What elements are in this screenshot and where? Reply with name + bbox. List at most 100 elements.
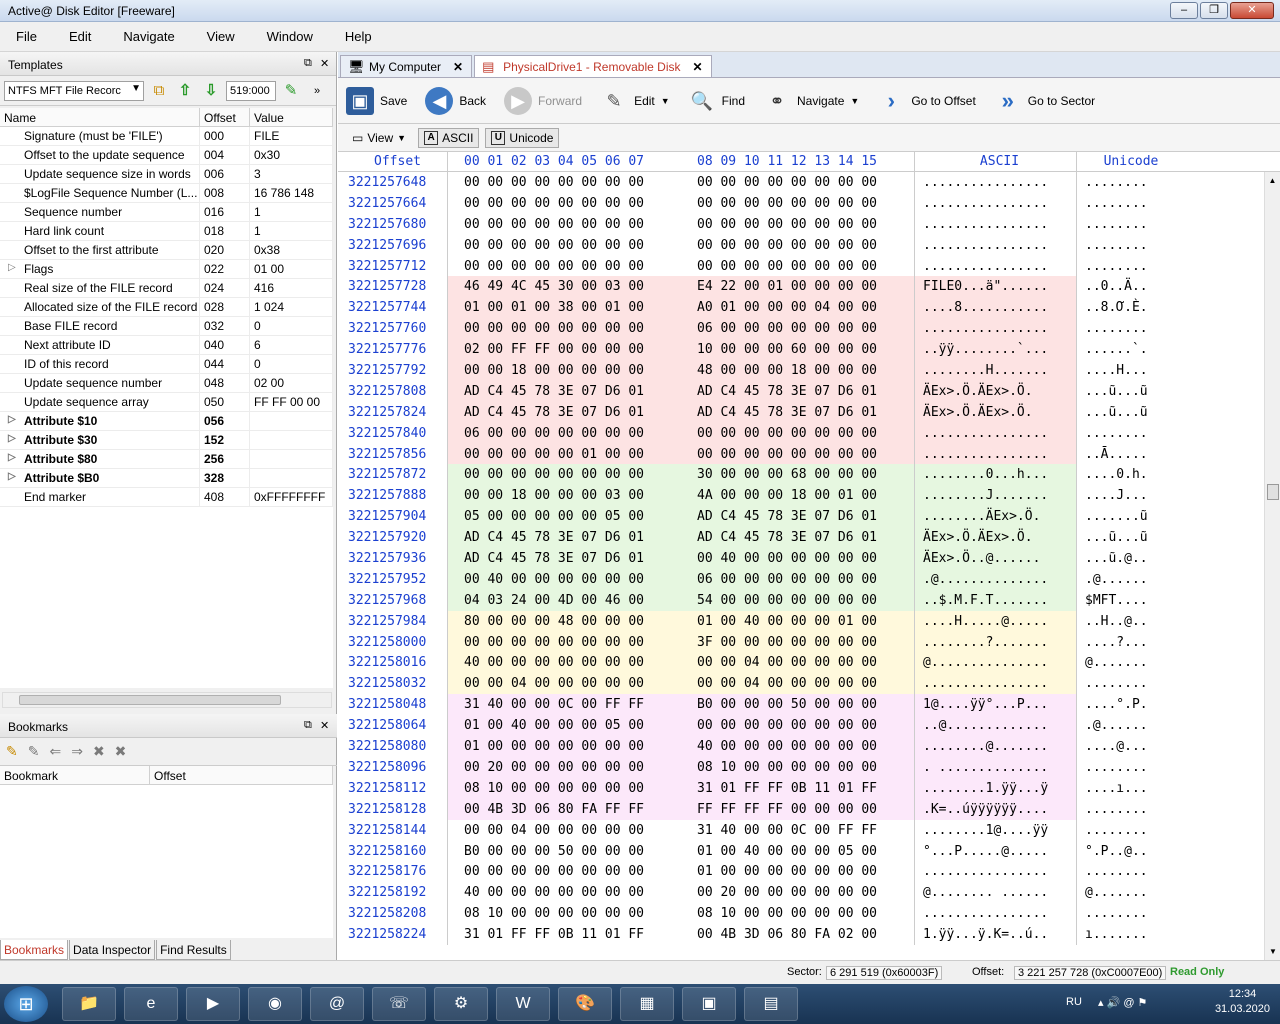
hex-row-unicode[interactable]: ..0..Ä.. (1077, 276, 1177, 297)
hex-row-ascii[interactable]: ÄEx>.Ö.ÄEx>.Ö. (915, 401, 1077, 423)
hex-row-bytes-2[interactable]: AD C4 45 78 3E 07 D6 01 (683, 401, 915, 423)
hex-row[interactable]: 3221257968 04 03 24 00 4D 00 46 00 54 00 0… (338, 589, 1264, 611)
arrow-down-icon[interactable]: ⇩ (200, 80, 222, 102)
hex-row-unicode[interactable]: ........ (1077, 318, 1177, 339)
hex-row[interactable]: 3221257984 80 00 00 00 48 00 00 00 01 00 4… (338, 610, 1264, 632)
hex-row-bytes-1[interactable]: 00 00 18 00 00 00 00 00 (448, 360, 683, 381)
hex-row-unicode[interactable]: ..H..@.. (1077, 611, 1177, 632)
hex-row-bytes-1[interactable]: 00 00 00 00 00 00 00 00 (448, 256, 683, 277)
app-icon[interactable]: ▤ (744, 987, 798, 1021)
calculator-icon[interactable]: ▦ (620, 987, 674, 1021)
hex-row-unicode[interactable]: ........ (1077, 861, 1177, 882)
chevron-down-icon[interactable]: ▼ (850, 96, 859, 106)
hex-row-bytes-1[interactable]: 00 00 18 00 00 00 03 00 (448, 485, 683, 507)
close-icon[interactable]: ✕ (320, 719, 329, 732)
hex-row-bytes-2[interactable]: 00 00 00 00 00 00 00 00 (683, 234, 915, 256)
hex-row-bytes-2[interactable]: 10 00 00 00 60 00 00 00 (683, 339, 915, 361)
scroll-thumb[interactable] (19, 695, 281, 705)
hex-row-bytes-1[interactable]: 80 00 00 00 48 00 00 00 (448, 610, 683, 632)
template-offset-input[interactable]: 519:000 (226, 80, 276, 101)
ascii-toggle[interactable]: A ASCII (418, 127, 480, 148)
hex-row-bytes-2[interactable]: 06 00 00 00 00 00 00 00 (683, 318, 915, 340)
hex-row-unicode[interactable]: $MFT.... (1077, 590, 1177, 611)
hex-row-bytes-1[interactable]: 02 00 FF FF 00 00 00 00 (448, 339, 683, 361)
copy-icon[interactable]: ⧉ (148, 80, 170, 102)
edit-button[interactable]: ✎ Edit ▼ (600, 87, 670, 115)
hex-row-bytes-1[interactable]: B0 00 00 00 50 00 00 00 (448, 841, 683, 862)
chevron-right-icon[interactable]: ▷ (8, 452, 16, 463)
hex-row[interactable]: 3221257680 00 00 00 00 00 00 00 00 00 00 0… (338, 213, 1264, 235)
hex-row-ascii[interactable]: ÄEx>.Ö.ÄEx>.Ö. (915, 380, 1077, 402)
hex-row-bytes-1[interactable]: 00 00 00 00 00 00 00 00 (448, 631, 683, 653)
template-row[interactable]: Hard link count 018 1 (0, 222, 333, 241)
hex-row-bytes-2[interactable]: 00 4B 3D 06 80 FA 02 00 (683, 924, 915, 945)
hex-row-unicode[interactable]: .@...... (1077, 569, 1177, 590)
hex-row[interactable]: 3221258000 00 00 00 00 00 00 00 00 3F 00 0… (338, 631, 1264, 653)
hex-row-bytes-2[interactable]: 01 00 00 00 00 00 00 00 (683, 861, 915, 883)
hex-row-unicode[interactable]: ........ (1077, 214, 1177, 235)
hex-row[interactable]: 3221257744 01 00 01 00 38 00 01 00 A0 01 0… (338, 297, 1264, 319)
template-row[interactable]: Base FILE record 032 0 (0, 317, 333, 336)
template-row[interactable]: Sequence number 016 1 (0, 203, 333, 222)
hex-row-bytes-1[interactable]: 46 49 4C 45 30 00 03 00 (448, 276, 683, 298)
hex-row-unicode[interactable]: ........ (1077, 193, 1177, 214)
hex-row-ascii[interactable]: .K=..úÿÿÿÿÿÿ.... (915, 798, 1077, 820)
hex-row-ascii[interactable]: ........ÄEx>.Ö. (915, 506, 1077, 528)
pin-icon[interactable]: ⧉ (304, 57, 312, 70)
hex-row[interactable]: 3221257696 00 00 00 00 00 00 00 00 00 00 0… (338, 234, 1264, 256)
hex-row-unicode[interactable]: ....ı... (1077, 778, 1177, 799)
hex-row-unicode[interactable]: ....@... (1077, 736, 1177, 757)
hex-row-bytes-2[interactable]: 06 00 00 00 00 00 00 00 (683, 568, 915, 590)
column-offset[interactable]: Offset (200, 108, 250, 126)
tab-data-inspector[interactable]: Data Inspector (69, 940, 156, 960)
hex-row[interactable]: 3221257792 00 00 18 00 00 00 00 00 48 00 0… (338, 360, 1264, 381)
hex-row-bytes-2[interactable]: A0 01 00 00 00 04 00 00 (683, 297, 915, 319)
hex-row-ascii[interactable]: ................ (915, 213, 1077, 235)
hex-row[interactable]: 3221257952 00 40 00 00 00 00 00 00 06 00 0… (338, 568, 1264, 590)
hex-row[interactable]: 3221257872 00 00 00 00 00 00 00 00 30 00 0… (338, 464, 1264, 486)
add-bookmark-icon[interactable]: ✎ (6, 743, 18, 760)
hex-row-bytes-2[interactable]: 00 00 04 00 00 00 00 00 (683, 652, 915, 674)
template-row[interactable]: ▷ Attribute $80 256 (0, 450, 333, 469)
hex-row[interactable]: 3221258224 31 01 FF FF 0B 11 01 FF 00 4B 3… (338, 924, 1264, 945)
hex-row-bytes-2[interactable]: 00 00 00 00 00 00 00 00 (683, 715, 915, 737)
hex-row-bytes-1[interactable]: 00 00 04 00 00 00 00 00 (448, 673, 683, 695)
hex-row-bytes-2[interactable]: E4 22 00 01 00 00 00 00 (683, 276, 915, 298)
hex-row-bytes-2[interactable]: FF FF FF FF 00 00 00 00 (683, 798, 915, 820)
hex-row-bytes-2[interactable]: 00 20 00 00 00 00 00 00 (683, 882, 915, 904)
template-row[interactable]: Next attribute ID 040 6 (0, 336, 333, 355)
disk-editor-icon[interactable]: ▣ (682, 987, 736, 1021)
template-row[interactable]: $LogFile Sequence Number (L... 008 16 786 … (0, 184, 333, 203)
hex-vscrollbar[interactable]: ▲ ▼ (1264, 172, 1280, 960)
hex-row-bytes-1[interactable]: AD C4 45 78 3E 07 D6 01 (448, 401, 683, 423)
hex-row[interactable]: 3221257920 AD C4 45 78 3E 07 D6 01 AD C4 4… (338, 527, 1264, 549)
pin-icon[interactable]: ⧉ (304, 719, 312, 732)
hex-row[interactable]: 3221257824 AD C4 45 78 3E 07 D6 01 AD C4 4… (338, 401, 1264, 423)
hex-row-unicode[interactable]: ........ (1077, 799, 1177, 820)
hex-row-ascii[interactable]: 1.ÿÿ...ÿ.K=..ú.. (915, 924, 1077, 945)
at-icon[interactable]: @ (310, 987, 364, 1021)
hex-row-unicode[interactable]: @....... (1077, 652, 1177, 673)
hex-row-bytes-1[interactable]: 01 00 01 00 38 00 01 00 (448, 297, 683, 319)
hex-row-unicode[interactable]: ....?... (1077, 632, 1177, 653)
hex-row-unicode[interactable]: ...ũ...ũ (1077, 402, 1177, 423)
hex-row-bytes-2[interactable]: AD C4 45 78 3E 07 D6 01 (683, 506, 915, 528)
save-button[interactable]: ▣ Save (346, 86, 407, 115)
hex-row-ascii[interactable]: ................ (915, 172, 1077, 193)
scroll-down-icon[interactable]: ▼ (1269, 947, 1277, 956)
edit-bookmark-icon[interactable]: ✎ (28, 743, 40, 760)
hex-row[interactable]: 3221257664 00 00 00 00 00 00 00 00 00 00 0… (338, 192, 1264, 214)
hex-row[interactable]: 3221257888 00 00 18 00 00 00 03 00 4A 00 0… (338, 485, 1264, 507)
menu-window[interactable]: Window (251, 29, 329, 44)
hex-row-ascii[interactable]: ................ (915, 255, 1077, 277)
paint-icon[interactable]: 🎨 (558, 987, 612, 1021)
hex-row-bytes-2[interactable]: 00 00 00 00 00 00 00 00 (683, 422, 915, 444)
hex-view[interactable]: 3221257648 00 00 00 00 00 00 00 00 00 00 0… (338, 172, 1264, 954)
hex-row-ascii[interactable]: ................ (915, 903, 1077, 925)
hex-row-bytes-1[interactable]: 06 00 00 00 00 00 00 00 (448, 422, 683, 444)
hex-row[interactable]: 3221258016 40 00 00 00 00 00 00 00 00 00 0… (338, 652, 1264, 674)
prev-bookmark-icon[interactable]: ⇐ (49, 743, 61, 760)
hex-row[interactable]: 3221258032 00 00 04 00 00 00 00 00 00 00 0… (338, 673, 1264, 695)
hex-row-bytes-2[interactable]: 31 01 FF FF 0B 11 01 FF (683, 777, 915, 799)
template-row[interactable]: Offset to the first attribute 020 0x38 (0, 241, 333, 260)
